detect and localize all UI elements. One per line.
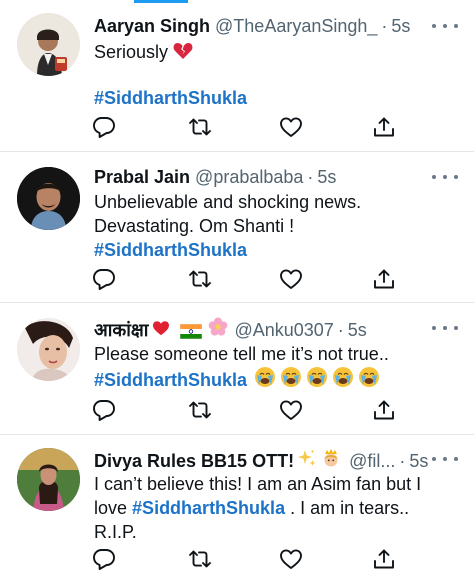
- more-icon[interactable]: [432, 17, 458, 35]
- display-name[interactable]: Divya Rules BB15 OTT!: [94, 450, 294, 472]
- share-icon[interactable]: [372, 548, 396, 570]
- user-handle[interactable]: @TheAaryanSingh_: [215, 15, 377, 37]
- more-icon[interactable]: [432, 319, 458, 337]
- retweet-icon[interactable]: [188, 116, 212, 138]
- timestamp[interactable]: 5s: [348, 319, 367, 341]
- retweet-icon[interactable]: [188, 399, 212, 421]
- display-name[interactable]: Aaryan Singh: [94, 15, 210, 37]
- hashtag-link[interactable]: #SiddharthShukla: [132, 498, 285, 518]
- separator-dot: ·: [381, 16, 388, 36]
- hashtag-link[interactable]: #SiddharthShukla: [94, 86, 450, 110]
- reply-icon[interactable]: [92, 116, 116, 138]
- crying-emoji-group: [254, 366, 382, 390]
- tweet-text-segment: love: [94, 498, 128, 518]
- heart-icon[interactable]: [279, 548, 303, 570]
- sparkles-icon: [297, 448, 317, 473]
- timestamp[interactable]: 5s: [409, 450, 428, 472]
- india-flag-icon: [180, 322, 203, 340]
- share-icon[interactable]: [372, 268, 396, 290]
- tweet-actions: [92, 116, 402, 138]
- display-name[interactable]: Prabal Jain: [94, 166, 190, 188]
- heart-icon[interactable]: [279, 268, 303, 290]
- separator-dot: ·: [307, 167, 314, 187]
- avatar[interactable]: [17, 448, 80, 511]
- reply-icon[interactable]: [92, 268, 116, 290]
- retweet-icon[interactable]: [188, 548, 212, 570]
- timestamp[interactable]: 5s: [317, 166, 336, 188]
- timestamp[interactable]: 5s: [391, 15, 410, 37]
- share-icon[interactable]: [372, 116, 396, 138]
- tweet-3[interactable]: आकांक्षा @Anku0307 · 5s Please someone t…: [0, 303, 474, 435]
- hashtag-link[interactable]: #SiddharthShukla: [94, 370, 247, 390]
- tweet-actions: [92, 548, 402, 570]
- more-icon[interactable]: [432, 168, 458, 186]
- tweet-text: Seriously: [94, 42, 169, 62]
- separator-dot: ·: [399, 450, 406, 471]
- avatar[interactable]: [17, 318, 80, 381]
- reply-icon[interactable]: [92, 548, 116, 570]
- reply-icon[interactable]: [92, 399, 116, 421]
- retweet-icon[interactable]: [188, 268, 212, 290]
- tweet-text-line: Devastating. Om Shanti !: [94, 216, 295, 236]
- tweet-text-segment: . I am in tears..: [290, 498, 410, 518]
- tweet-actions: [92, 268, 402, 290]
- blossom-icon: [208, 317, 228, 342]
- broken-heart-icon: [173, 42, 193, 66]
- user-handle[interactable]: @prabalbaba: [195, 166, 303, 188]
- user-handle[interactable]: @Anku0307: [234, 319, 333, 341]
- tweet-2[interactable]: Prabal Jain @prabalbaba · 5s Unbelievabl…: [0, 152, 474, 303]
- princess-icon: [321, 448, 341, 473]
- hashtag-link[interactable]: #SiddharthShukla: [94, 238, 450, 262]
- tweet-4[interactable]: Divya Rules BB15 OTT! @fil... · 5s I can…: [0, 435, 474, 572]
- heart-icon[interactable]: [279, 116, 303, 138]
- red-heart-icon: [152, 319, 170, 341]
- tweet-actions: [92, 399, 402, 421]
- tweet-text-line: Unbelievable and shocking news.: [94, 192, 362, 212]
- heart-icon[interactable]: [279, 399, 303, 421]
- display-name[interactable]: आकांक्षा: [94, 319, 148, 341]
- share-icon[interactable]: [372, 399, 396, 421]
- tweet-text-line: I can’t believe this! I am an Asim fan b…: [94, 474, 422, 494]
- separator-dot: ·: [337, 319, 344, 340]
- avatar[interactable]: [17, 13, 80, 76]
- tweet-1[interactable]: Aaryan Singh @TheAaryanSingh_ · 5s Serio…: [0, 0, 474, 152]
- tweet-text-line: R.I.P.: [94, 522, 137, 542]
- avatar[interactable]: [17, 167, 80, 230]
- user-handle[interactable]: @fil...: [349, 450, 395, 472]
- tweet-text-line: Please someone tell me it’s not true..: [94, 344, 389, 364]
- more-icon[interactable]: [432, 450, 458, 468]
